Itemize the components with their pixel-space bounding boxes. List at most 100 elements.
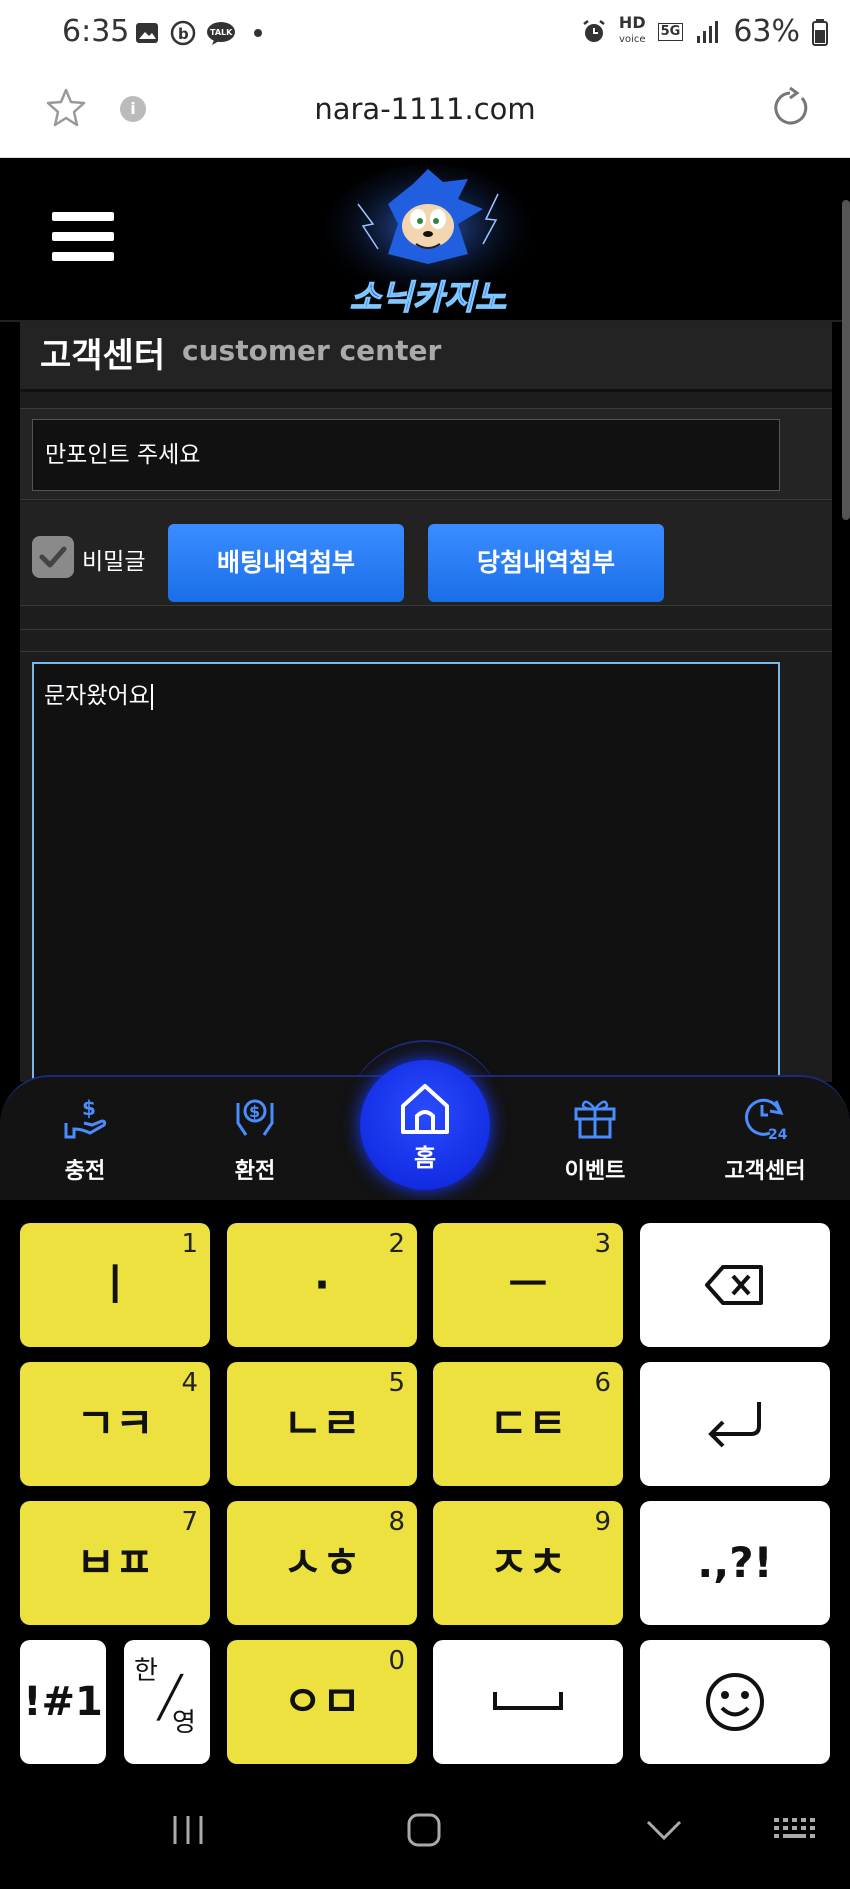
key-6[interactable]: ㄷㅌ 6	[433, 1362, 623, 1486]
recent-apps-icon[interactable]	[170, 1810, 206, 1850]
support-24h-icon: 24	[745, 1098, 788, 1143]
status-bar: 6:35 b TALK HD voice 5G 63%	[0, 0, 850, 70]
key-number: 2	[388, 1229, 405, 1259]
hd-label: HD	[618, 13, 646, 32]
emoji-key[interactable]	[640, 1640, 830, 1764]
nav-charge[interactable]: $ 충전	[30, 1093, 140, 1185]
content-text: 문자왔어요	[44, 683, 150, 709]
alarm-icon	[583, 19, 605, 42]
subject-input[interactable]: 만포인트 주세요	[32, 419, 780, 491]
space-key[interactable]	[433, 1640, 623, 1764]
divider	[20, 606, 832, 630]
key-label: ㅈㅊ	[489, 1538, 567, 1587]
key-number: 3	[594, 1229, 611, 1259]
lang-bottom: 영	[172, 1708, 196, 1738]
page-subtitle: customer center	[182, 334, 442, 367]
key-label: ㅡ	[508, 1260, 548, 1309]
gift-icon	[574, 1100, 616, 1139]
symbols-key[interactable]: !#1	[20, 1640, 106, 1764]
secret-post-checkbox[interactable]	[32, 536, 74, 578]
enter-icon	[708, 1402, 761, 1448]
customer-center-form: 고객센터 customer center 만포인트 주세요 비밀글 배팅내역첨부…	[20, 322, 832, 1082]
key-number: 0	[388, 1646, 405, 1676]
svg-text:TALK: TALK	[210, 28, 233, 37]
keyboard-toggle-icon[interactable]	[772, 1814, 816, 1846]
text-caret	[150, 683, 153, 710]
key-8[interactable]: ㅅㅎ 8	[227, 1501, 417, 1625]
backspace-key[interactable]	[640, 1223, 830, 1347]
battery-percent: 63%	[733, 14, 800, 49]
key-number: 1	[181, 1229, 198, 1259]
url-text[interactable]: nara-1111.com	[0, 92, 850, 126]
nav-home-button[interactable]: 홈	[360, 1060, 490, 1190]
system-navigation-bar	[0, 1780, 850, 1889]
options-row: 비밀글 배팅내역첨부 당첨내역첨부	[20, 502, 832, 606]
site-header: 소닉카지노	[0, 158, 850, 322]
page-title-band: 고객센터 customer center	[20, 322, 832, 392]
key-0[interactable]: ㅇㅁ 0	[227, 1640, 417, 1764]
key-label: ㅂㅍ	[76, 1538, 154, 1587]
space-icon	[493, 1692, 563, 1710]
key-label: ㄴㄹ	[283, 1399, 361, 1448]
subject-row: 만포인트 주세요	[20, 408, 832, 500]
notification-icons: b TALK	[134, 20, 262, 46]
svg-text:$: $	[249, 1102, 260, 1121]
back-chevron-down-icon[interactable]	[644, 1810, 684, 1850]
punctuation-key[interactable]: .,?!	[640, 1501, 830, 1625]
reload-icon[interactable]	[768, 86, 812, 130]
key-5[interactable]: ㄴㄹ 5	[227, 1362, 417, 1486]
key-label: ㄷㅌ	[489, 1399, 567, 1448]
nav-customer-center-label: 고객센터	[724, 1159, 806, 1184]
browser-url-bar: i nara-1111.com	[0, 70, 850, 158]
attach-betting-history-button[interactable]: 배팅내역첨부	[168, 524, 404, 602]
key-2[interactable]: · 2	[227, 1223, 417, 1347]
exchange-icon: $	[236, 1099, 274, 1136]
key-label: ·	[314, 1260, 330, 1309]
nav-exchange[interactable]: $ 환전	[200, 1093, 310, 1185]
page-title: 고객센터	[40, 336, 166, 376]
hd-sub-label: voice	[619, 34, 646, 45]
content-textarea[interactable]: 문자왔어요	[32, 662, 780, 1082]
key-number: 6	[594, 1368, 611, 1398]
key-number: 7	[181, 1507, 198, 1537]
backspace-icon	[705, 1265, 763, 1305]
key-label: ㅇㅁ	[283, 1677, 361, 1726]
language-switch-key[interactable]: 한 ╱ 영	[124, 1640, 210, 1764]
key-9[interactable]: ㅈㅊ 9	[433, 1501, 623, 1625]
key-number: 5	[388, 1368, 405, 1398]
signal-icon	[697, 20, 719, 43]
key-number: 9	[594, 1507, 611, 1537]
home-system-icon[interactable]	[404, 1810, 444, 1850]
emoji-icon	[706, 1673, 764, 1731]
home-icon	[401, 1084, 449, 1134]
key-number: 4	[181, 1368, 198, 1398]
nav-home-label: 홈	[413, 1144, 437, 1172]
key-1[interactable]: ㅣ1	[20, 1223, 210, 1347]
key-7[interactable]: ㅂㅍ 7	[20, 1501, 210, 1625]
divider	[20, 632, 832, 652]
menu-hamburger-icon[interactable]	[52, 212, 114, 268]
nav-customer-center[interactable]: 24 고객센터	[710, 1093, 820, 1185]
logo-text: 소닉카지노	[350, 278, 507, 318]
attach-winning-history-button[interactable]: 당첨내역첨부	[428, 524, 664, 602]
status-right: HD voice 5G 63%	[581, 14, 828, 49]
page-scrollbar[interactable]	[842, 200, 850, 520]
key-number: 8	[388, 1507, 405, 1537]
enter-key[interactable]	[640, 1362, 830, 1486]
key-3[interactable]: ㅡ3	[433, 1223, 623, 1347]
key-label: ㅣ	[95, 1260, 135, 1309]
nav-exchange-label: 환전	[234, 1159, 276, 1184]
hd-voice-icon: HD voice	[618, 13, 646, 47]
nav-event-label: 이벤트	[564, 1159, 626, 1184]
lang-top: 한	[134, 1656, 158, 1686]
talk-icon: TALK	[207, 22, 235, 45]
secret-post-label: 비밀글	[82, 549, 146, 575]
key-4[interactable]: ㄱㅋ 4	[20, 1362, 210, 1486]
b-app-icon: b	[170, 20, 196, 46]
charge-icon: $	[64, 1096, 107, 1139]
site-logo[interactable]: 소닉카지노	[318, 164, 538, 320]
key-label: ㄱㅋ	[76, 1399, 154, 1448]
status-time: 6:35	[62, 14, 130, 49]
nav-event[interactable]: 이벤트	[540, 1093, 650, 1185]
check-icon	[39, 546, 67, 568]
